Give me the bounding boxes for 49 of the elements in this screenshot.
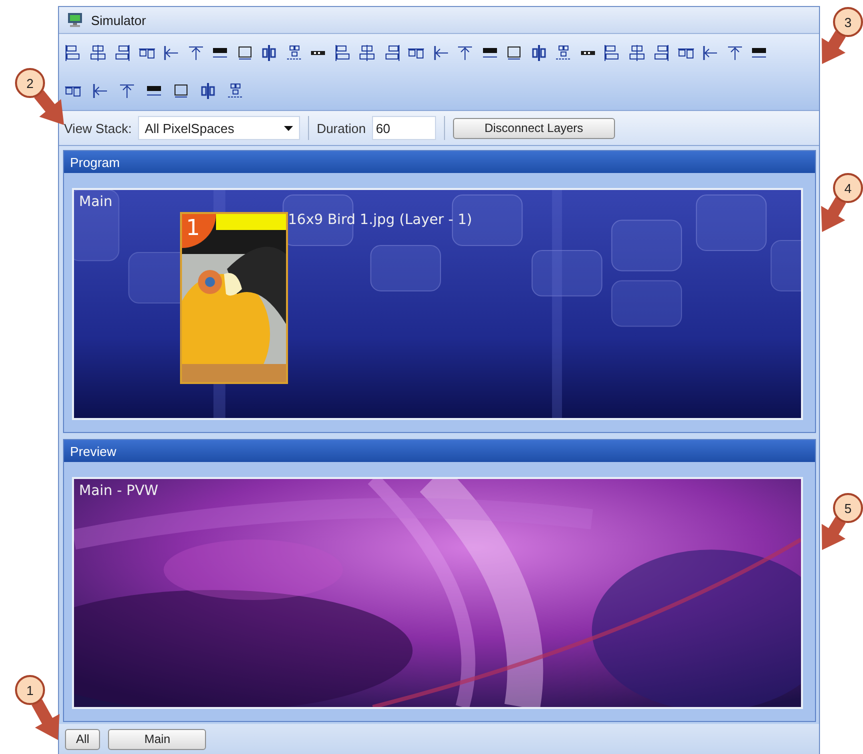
align-icon[interactable] [284, 44, 302, 62]
panel-title: Preview [70, 444, 116, 458]
align-icon[interactable] [260, 44, 278, 62]
align-icon[interactable] [432, 44, 450, 62]
null[interactable]: All [65, 728, 100, 750]
null[interactable]: Main [108, 728, 206, 750]
view-stack-dropdown[interactable]: All PixelSpaces [138, 116, 300, 140]
layout-icon[interactable] [226, 82, 244, 100]
align-icon[interactable] [162, 44, 180, 62]
align-icon[interactable] [382, 44, 400, 62]
align-icon[interactable] [186, 44, 204, 62]
monitor-icon [67, 12, 83, 28]
duration-field[interactable]: 60 [372, 116, 436, 140]
align-icon[interactable] [334, 44, 352, 62]
callout-arrow [34, 90, 64, 125]
align-icon[interactable] [726, 44, 744, 62]
align-icon[interactable] [505, 44, 523, 62]
callout-number: 4 [833, 173, 863, 203]
callout-arrow [32, 699, 60, 740]
align-icon[interactable] [236, 44, 254, 62]
layout-icon[interactable] [172, 82, 190, 100]
callout-arrow [821, 197, 846, 232]
align-icon[interactable] [554, 44, 572, 62]
callout-arrow [822, 516, 846, 550]
align-icon[interactable] [628, 44, 646, 62]
layout-icon[interactable] [199, 82, 217, 100]
caret-icon [284, 126, 293, 130]
align-icon[interactable] [530, 44, 548, 62]
align-icon[interactable] [358, 44, 376, 62]
layout-icon[interactable] [118, 82, 136, 100]
align-icon[interactable] [701, 44, 719, 62]
callout-number: 1 [15, 675, 45, 705]
panel-title: Program [70, 154, 120, 170]
layout-icon[interactable] [91, 82, 109, 100]
callout-number: 2 [15, 68, 45, 98]
duration-label: Duration [316, 120, 366, 136]
screen-label: Main - PVW [79, 483, 158, 499]
disconnect-button[interactable]: Disconnect Layers [452, 118, 615, 138]
align-icon[interactable] [113, 44, 131, 62]
callout-number: 3 [833, 7, 863, 37]
align-icon[interactable] [88, 44, 106, 62]
align-icon[interactable] [64, 44, 82, 62]
align-icon[interactable] [652, 44, 670, 62]
align-icon[interactable] [456, 44, 474, 62]
view-stack-label: View Stack: [64, 120, 132, 136]
callout-number: 5 [833, 493, 863, 523]
window-title: Simulator [91, 12, 146, 28]
callout-arrow [822, 30, 846, 64]
align-icon[interactable] [603, 44, 621, 62]
